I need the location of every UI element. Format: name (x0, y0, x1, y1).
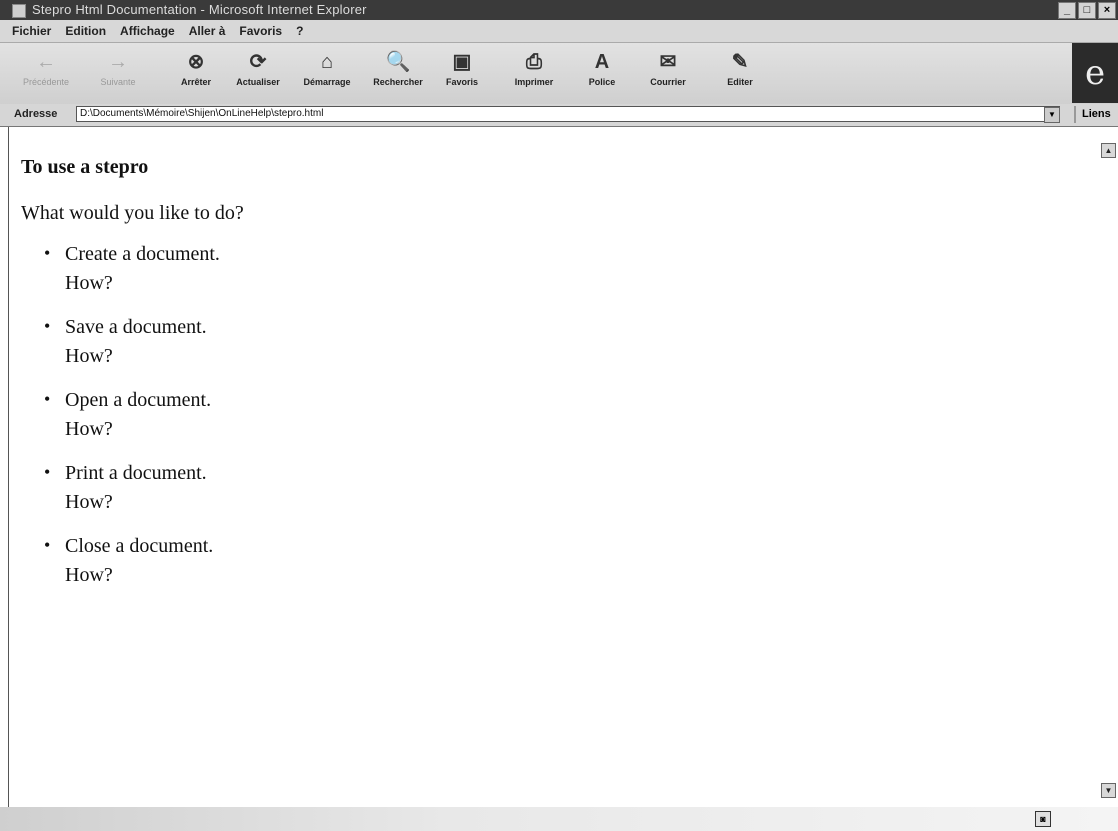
edit-button[interactable]: ✎ Editer (704, 49, 776, 99)
security-zone-icon: ◙ (1035, 811, 1051, 827)
menu-favoris[interactable]: Favoris (239, 24, 282, 38)
search-icon: 🔍 (385, 51, 411, 73)
address-input[interactable]: D:\Documents\Mémoire\Shijen\OnLineHelp\s… (76, 106, 1060, 122)
bullet: • (44, 535, 51, 555)
favorites-button[interactable]: ▣ Favoris (426, 49, 498, 99)
ie-window-icon[interactable] (12, 4, 26, 18)
search-button[interactable]: 🔍 Rechercher (362, 49, 434, 99)
maximize-button[interactable]: □ (1078, 2, 1096, 19)
menu-affichage[interactable]: Affichage (120, 24, 175, 38)
status-bar: ◙ (0, 807, 1118, 831)
back-arrow-icon: ← (36, 51, 56, 73)
font-button[interactable]: A Police (566, 49, 638, 99)
title-bar: Stepro Html Documentation - Microsoft In… (0, 0, 1118, 20)
refresh-icon: ⟳ (249, 51, 267, 73)
how-open-link[interactable]: How? (65, 418, 113, 441)
bullet: • (44, 389, 51, 409)
window-controls: _ □ × (1058, 2, 1116, 19)
vertical-scrollbar[interactable]: ▲ ▼ (1097, 127, 1118, 807)
refresh-button[interactable]: ⟳ Actualiser (222, 49, 294, 99)
address-dropdown-icon[interactable]: ▼ (1044, 107, 1060, 123)
back-button[interactable]: ← Précédente (10, 49, 82, 99)
print-button[interactable]: ⎙ Imprimer (498, 49, 570, 99)
links-button[interactable]: Liens (1074, 106, 1111, 123)
task-print-link[interactable]: Print a document. (65, 462, 207, 485)
mail-icon: ✉ (659, 51, 677, 73)
menu-help[interactable]: ? (296, 24, 303, 38)
favorites-icon: ▣ (452, 51, 472, 73)
address-label: Adresse (14, 108, 58, 120)
forward-button[interactable]: → Suivante (82, 49, 154, 99)
home-button[interactable]: ⌂ Démarrage (291, 49, 363, 99)
ie-logo-icon: e (1072, 43, 1118, 103)
how-print-link[interactable]: How? (65, 491, 113, 514)
page-content: To use a stepro What would you like to d… (8, 127, 1097, 807)
intro-text: What would you like to do? (21, 202, 244, 224)
how-close-link[interactable]: How? (65, 564, 113, 587)
forward-arrow-icon: → (108, 51, 128, 73)
scroll-up-icon[interactable]: ▲ (1101, 143, 1116, 158)
task-close-link[interactable]: Close a document. (65, 535, 213, 558)
edit-icon: ✎ (731, 51, 749, 73)
mail-button[interactable]: ✉ Courrier (632, 49, 704, 99)
address-bar: Adresse D:\Documents\Mémoire\Shijen\OnLi… (0, 104, 1118, 127)
menu-fichier[interactable]: Fichier (12, 24, 51, 38)
bullet: • (44, 316, 51, 336)
scroll-down-icon[interactable]: ▼ (1101, 783, 1116, 798)
menu-edition[interactable]: Edition (65, 24, 106, 38)
how-create-link[interactable]: How? (65, 272, 113, 295)
how-save-link[interactable]: How? (65, 345, 113, 368)
page-heading: To use a stepro (21, 156, 149, 178)
task-save-link[interactable]: Save a document. (65, 316, 207, 339)
bullet: • (44, 243, 51, 263)
toolbar: ← Précédente → Suivante ⊗ Arrêter ⟳ Actu… (0, 42, 1118, 106)
menu-bar: Fichier Edition Affichage Aller à Favori… (0, 20, 1118, 42)
bullet: • (44, 462, 51, 482)
close-button[interactable]: × (1098, 2, 1116, 19)
home-icon: ⌂ (320, 51, 334, 73)
window-title: Stepro Html Documentation - Microsoft In… (32, 2, 367, 17)
font-icon: A (594, 51, 610, 73)
printer-icon: ⎙ (526, 51, 542, 73)
stop-icon: ⊗ (187, 51, 205, 73)
task-open-link[interactable]: Open a document. (65, 389, 211, 412)
minimize-button[interactable]: _ (1058, 2, 1076, 19)
task-create-link[interactable]: Create a document. (65, 243, 220, 266)
menu-aller-a[interactable]: Aller à (189, 24, 226, 38)
